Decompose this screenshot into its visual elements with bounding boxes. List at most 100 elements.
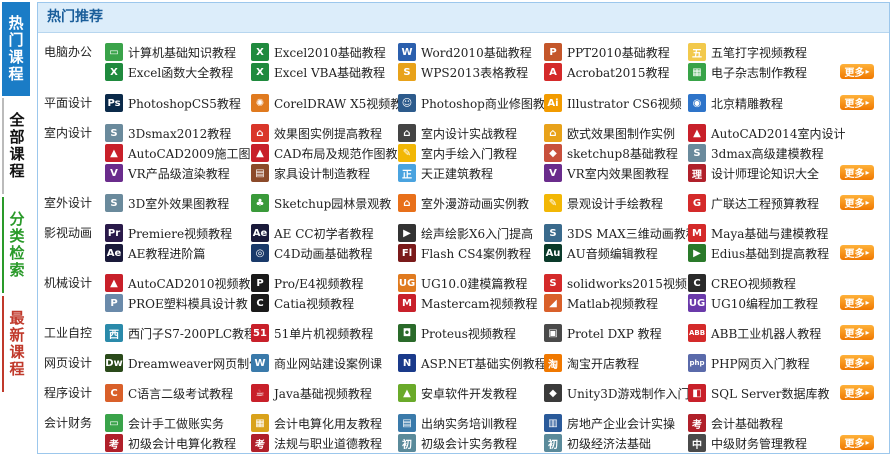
course-link[interactable]: ABB ABB工业机器人教程 — [688, 323, 821, 343]
course-link[interactable]: A Acrobat2015教程 — [544, 62, 670, 82]
course-link[interactable]: X Excel VBA基础教程 — [251, 62, 385, 82]
course-link[interactable]: C CREO视频教程 — [688, 273, 796, 293]
course-title: 会计电算化用友教程 — [274, 416, 383, 431]
course-link[interactable]: ▲ AutoCAD2010视频教程 — [105, 273, 262, 293]
more-button[interactable]: 更多 ▸ — [840, 95, 874, 110]
course-link[interactable]: ◉ 北京精雕教程 — [688, 93, 783, 113]
course-link[interactable]: 考法规与职业道德教程 — [251, 433, 382, 453]
course-link[interactable]: Ae AE CC初学者教程 — [251, 223, 374, 243]
course-link[interactable]: 西西门子S7-200PLC教程 — [105, 323, 256, 343]
more-button[interactable]: 更多 ▸ — [840, 385, 874, 400]
course-link[interactable]: ☺ Photoshop商业修图教 — [398, 93, 545, 113]
course-link[interactable]: P Pro/E4视频教程 — [251, 273, 363, 293]
course-link[interactable]: G 广联达工程预算教程 — [688, 193, 819, 213]
course-link[interactable]: 考会计基础教程 — [688, 413, 783, 433]
course-link[interactable]: ▲ AutoCAD2009施工图教 — [105, 143, 262, 163]
course-link[interactable]: ▲ AutoCAD2014室内设计 — [688, 123, 845, 143]
more-button[interactable]: 更多 ▸ — [840, 435, 874, 450]
course-link[interactable]: ▦ 会计电算化用友教程 — [251, 413, 382, 433]
course-link[interactable]: Ae AE教程进阶篇 — [105, 243, 205, 263]
course-title: 初级会计电算化教程 — [128, 436, 237, 451]
course-link[interactable]: C C语言二级考试教程 — [105, 383, 233, 403]
course-link[interactable]: ◆ Unity3D游戏制作入门 — [544, 383, 690, 403]
course-link[interactable]: S 3dmax高级建模教程 — [688, 143, 824, 163]
course-link[interactable]: V VR室内效果图教程 — [544, 163, 669, 183]
tab-hot-courses[interactable]: 热门课程 — [2, 2, 30, 96]
course-link[interactable]: ✺ CorelDRAW X5视频教 — [251, 93, 402, 113]
more-button[interactable]: 更多 ▸ — [840, 195, 874, 210]
course-link[interactable]: ✎ 室内手绘入门教程 — [398, 143, 517, 163]
course-link[interactable]: ◆ sketchup8基础教程 — [544, 143, 678, 163]
course-link[interactable]: UG UG10.0建模篇教程 — [398, 273, 527, 293]
more-button[interactable]: 更多 ▸ — [840, 245, 874, 260]
tab-all-courses[interactable]: 全部课程 — [2, 98, 30, 194]
more-button[interactable]: 更多 ▸ — [840, 325, 874, 340]
more-button[interactable]: 更多 ▸ — [840, 64, 874, 79]
course-link[interactable]: 淘淘宝开店教程 — [544, 353, 639, 373]
course-link[interactable]: X Excel函数大全教程 — [105, 62, 233, 82]
course-link[interactable]: C Catia视频教程 — [251, 293, 354, 313]
house-icon: ⌂ — [544, 124, 562, 142]
course-link[interactable]: S 3Dsmax2012教程 — [105, 123, 231, 143]
course-link[interactable]: S 3D室外效果图教程 — [105, 193, 229, 213]
course-link[interactable]: M Mastercam视频教程 — [398, 293, 538, 313]
course-link[interactable]: ♣ Sketchup园林景观教 — [251, 193, 391, 213]
course-link[interactable]: ◎ C4D动画基础教程 — [251, 243, 372, 263]
more-button[interactable]: 更多 ▸ — [840, 165, 874, 180]
course-link[interactable]: X Excel2010基础教程 — [251, 42, 386, 62]
course-link[interactable]: Ps PhotoshopCS5教程 — [105, 93, 241, 113]
more-button[interactable]: 更多 ▸ — [840, 295, 874, 310]
course-link[interactable]: N ASP.NET基础实例教程 — [398, 353, 547, 373]
excel-icon: X — [251, 63, 269, 81]
course-link[interactable]: W 商业网站建设案例课 — [251, 353, 382, 373]
course-link[interactable]: ⌂ 效果图实例提高教程 — [251, 123, 382, 143]
course-link[interactable]: W Word2010基础教程 — [398, 42, 532, 62]
course-link[interactable]: ▶ Edius基础到提高教程 — [688, 243, 829, 263]
course-link[interactable]: 中中级财务管理教程 — [688, 433, 807, 453]
course-link[interactable]: ◢ Matlab视频教程 — [544, 293, 658, 313]
course-link[interactable]: 考初级会计电算化教程 — [105, 433, 236, 453]
course-link[interactable]: php PHP网页入门教程 — [688, 353, 810, 373]
course-link[interactable]: 51 51单片机视频教程 — [251, 323, 373, 343]
course-link[interactable]: ⌂ 欧式效果图制作实例 — [544, 123, 675, 143]
tab-latest-courses[interactable]: 最新课程 — [2, 296, 30, 392]
course-link[interactable]: Ai Illustrator CS6视频 — [544, 93, 682, 113]
course-link[interactable]: ⌂ 室内设计实战教程 — [398, 123, 517, 143]
more-button[interactable]: 更多 ▸ — [840, 355, 874, 370]
course-link[interactable]: ▤ 出纳实务培训教程 — [398, 413, 517, 433]
course-link[interactable]: S WPS2013表格教程 — [398, 62, 528, 82]
course-link[interactable]: ▣ Protel DXP 教程 — [544, 323, 662, 343]
course-link[interactable]: ▥ 房地产企业会计实操 — [544, 413, 675, 433]
course-link[interactable]: ▶ 绘声绘影X6入门提高 — [398, 223, 533, 243]
course-title: 景观设计手绘教程 — [567, 196, 664, 211]
course-link[interactable]: ▭ 会计手工做账实务 — [105, 413, 224, 433]
course-link[interactable]: ▭ 计算机基础知识教程 — [105, 42, 236, 62]
course-link[interactable]: ⌂ 室外漫游动画实例教 — [398, 193, 529, 213]
course-link[interactable]: 五五笔打字视频教程 — [688, 42, 807, 62]
course-link[interactable]: Pr Premiere视频教程 — [105, 223, 232, 243]
course-link[interactable]: 理设计师理论知识大全 — [688, 163, 819, 183]
course-link[interactable]: Dw Dreamweaver网页制作 — [105, 353, 261, 373]
course-link[interactable]: P PROE塑料模具设计教 — [105, 293, 248, 313]
course-link[interactable]: Fl Flash CS4案例教程 — [398, 243, 531, 263]
course-link[interactable]: ▤ 家具设计制造教程 — [251, 163, 370, 183]
course-link[interactable]: ▲ CAD布局及规范作图教 — [251, 143, 397, 163]
course-link[interactable]: P PPT2010基础教程 — [544, 42, 670, 62]
course-link[interactable]: ◧ SQL Server数据库教 — [688, 383, 830, 403]
course-link[interactable]: Au AU音频编辑教程 — [544, 243, 658, 263]
course-link[interactable]: ✎ 景观设计手绘教程 — [544, 193, 663, 213]
course-link[interactable]: 正天正建筑教程 — [398, 163, 493, 183]
tab-category-search[interactable]: 分类检索 — [2, 197, 30, 293]
course-link[interactable]: S 3DS MAX三维动画教程 — [544, 223, 698, 243]
course-link[interactable]: ◘ Proteus视频教程 — [398, 323, 516, 343]
course-link[interactable]: ▲ 安卓软件开发教程 — [398, 383, 517, 403]
course-link[interactable]: UG UG10编程加工教程 — [688, 293, 818, 313]
course-link[interactable]: V VR产品级渲染教程 — [105, 163, 230, 183]
course-link[interactable]: Ssolidworks2015视频 — [544, 273, 687, 293]
course-link[interactable]: 初初级会计实务教程 — [398, 433, 517, 453]
premiere-icon: Pr — [105, 224, 123, 242]
course-link[interactable]: ☕ Java基础视频教程 — [251, 383, 372, 403]
course-link[interactable]: ▦ 电子杂志制作教程 — [688, 62, 807, 82]
course-link[interactable]: 初初级经济法基础 — [544, 433, 651, 453]
course-link[interactable]: M Maya基础与建模教程 — [688, 223, 828, 243]
